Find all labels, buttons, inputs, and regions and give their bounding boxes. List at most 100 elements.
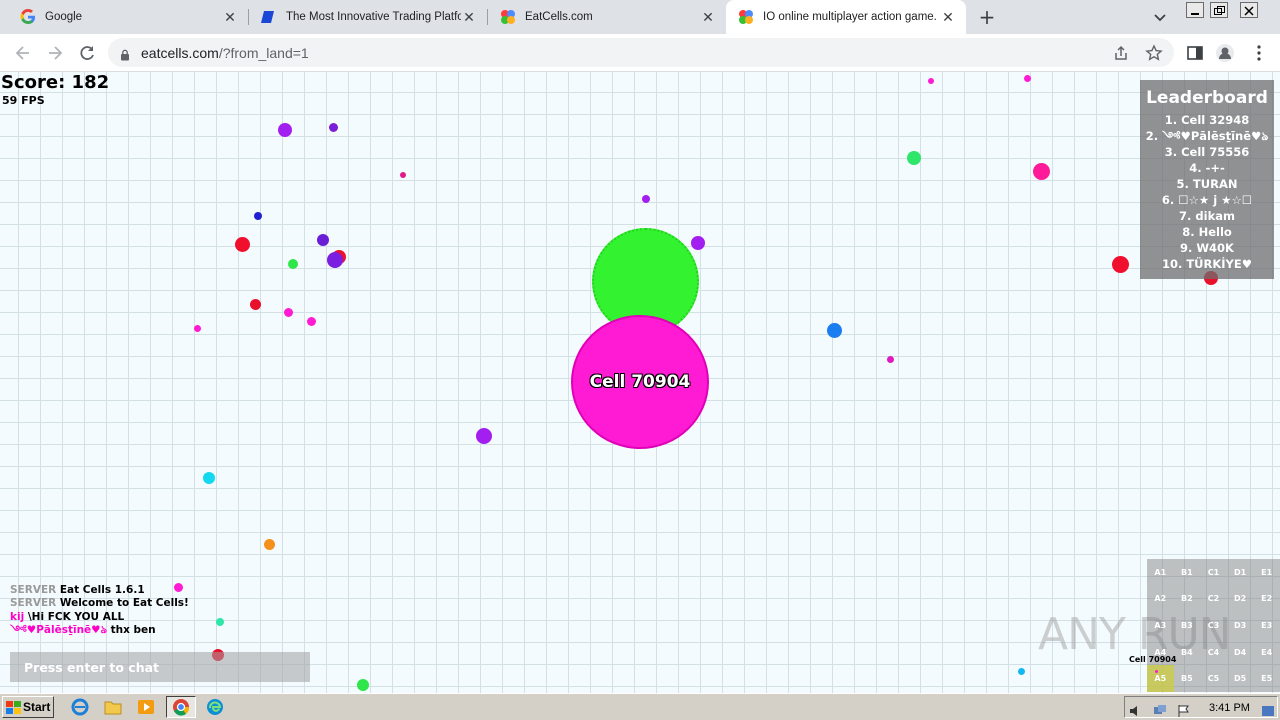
action-center-flag-icon[interactable] (1177, 703, 1191, 717)
media-player-icon[interactable] (137, 698, 155, 716)
ie-icon[interactable] (71, 698, 89, 716)
food-pellet (250, 299, 261, 310)
food-pellet (887, 356, 894, 363)
minimap-sector-c2: C2 (1207, 594, 1220, 604)
google-g-icon (20, 9, 36, 25)
food-pellet (1024, 75, 1031, 82)
minimap-sector-a1: A1 (1154, 567, 1167, 577)
leaderboard-entry: 4. -+- (1189, 161, 1225, 175)
browser-tab-strip: Google ✕ The Most Innovative Trading Pla… (0, 0, 1280, 34)
tab-io-game-active[interactable]: IO online multiplayer action game. Sm ✕ (726, 0, 966, 34)
edge-icon[interactable] (206, 698, 224, 716)
minimap-sector-c4: C4 (1207, 647, 1220, 657)
chat-text: Eat Cells 1.6.1 (59, 584, 145, 596)
close-icon[interactable]: ✕ (222, 9, 238, 25)
leaderboard-entry: 9. W40K (1180, 241, 1234, 255)
forward-arrow-icon[interactable] (44, 42, 66, 64)
leaderboard-title: Leaderboard (1146, 88, 1268, 108)
leaderboard-entry: 1. Cell 32948 (1164, 113, 1250, 127)
minimap-player-label: Cell 70904 (1129, 655, 1177, 664)
chat-text: thx ben (110, 623, 156, 636)
tab-title: Google (45, 11, 83, 23)
chat-message: kij \Hi FCK YOU ALL (10, 611, 310, 624)
minimize-icon[interactable] (1186, 2, 1204, 18)
chat-message: SERVER Welcome to Eat Cells! (10, 597, 310, 610)
food-pellet (264, 539, 275, 550)
chat-input[interactable]: Press enter to chat (10, 652, 310, 682)
address-bar[interactable]: eatcells.com/?from_land=1 (108, 38, 1174, 67)
chevron-down-icon[interactable] (1150, 8, 1170, 26)
browser-toolbar: eatcells.com/?from_land=1 (0, 34, 1280, 72)
food-pellet (284, 308, 293, 317)
minimap-sector-b1: B1 (1181, 567, 1193, 577)
chat-sender: ༺♥Pālēsṯīnē♥ঌ (10, 623, 107, 636)
close-icon[interactable]: ✕ (461, 9, 477, 25)
food-pellet (357, 679, 369, 691)
score-display: Score: 182 (1, 72, 110, 93)
minimap-sector-a3: A3 (1154, 620, 1167, 630)
url-text: eatcells.com/?from_land=1 (141, 45, 309, 61)
start-button[interactable]: Start (2, 696, 54, 718)
food-pellet (307, 317, 316, 326)
chat-message: SERVER Eat Cells 1.6.1 (10, 584, 310, 597)
more-menu-icon[interactable] (1248, 42, 1270, 64)
back-arrow-icon[interactable] (12, 42, 34, 64)
minimap-sector-e2: E2 (1261, 594, 1273, 604)
food-pellet (1018, 668, 1025, 675)
chat-sender: SERVER (10, 597, 57, 610)
minimap-sector-c5: C5 (1207, 674, 1220, 684)
food-pellet (928, 78, 934, 84)
minimap-sector-b3: B3 (1181, 620, 1193, 630)
show-desktop-icon[interactable] (1261, 703, 1275, 717)
chat-text: Welcome to Eat Cells! (59, 597, 189, 610)
leaderboard-entry: 2. ༺♥Pālēsṯīnē♥ঌ (1145, 129, 1269, 143)
food-pellet (400, 172, 406, 178)
lock-icon[interactable] (120, 46, 130, 61)
food-pellet (476, 428, 492, 444)
bookmark-star-icon[interactable] (1145, 44, 1163, 62)
reload-icon[interactable] (76, 42, 98, 64)
new-tab-plus-icon[interactable]: + (976, 6, 998, 28)
chat-text: \Hi FCK YOU ALL (27, 610, 125, 623)
leaderboard-entry: 6. ☐☆★ j ★☆☐ (1161, 193, 1253, 207)
minimap-sector-e5: E5 (1261, 674, 1273, 684)
windows-flag-icon (6, 700, 21, 714)
food-pellet (329, 123, 338, 132)
chat-sender: SERVER (10, 584, 57, 596)
screen: Google ✕ The Most Innovative Trading Pla… (0, 0, 1280, 720)
food-pellet (327, 252, 343, 268)
share-icon[interactable] (1112, 44, 1130, 62)
volume-icon[interactable] (1129, 703, 1143, 717)
chat-log: SERVER Eat Cells 1.6.1 SERVER Welcome to… (10, 584, 310, 637)
folder-icon[interactable] (104, 698, 122, 716)
chrome-icon (173, 699, 190, 716)
tab-trading-platform[interactable]: The Most Innovative Trading Platform ✕ (249, 0, 487, 34)
restore-icon[interactable] (1210, 2, 1228, 18)
minimap-sector-e3: E3 (1261, 620, 1273, 630)
profile-avatar-icon[interactable] (1214, 42, 1236, 64)
food-pellet (907, 151, 921, 165)
network-icon[interactable] (1153, 703, 1167, 717)
tab-eatcells[interactable]: EatCells.com ✕ (488, 0, 726, 34)
leaderboard-entry: 10. TÜRKİYE♥ (1161, 257, 1253, 271)
chat-input-placeholder: Press enter to chat (24, 660, 160, 675)
food-pellet (317, 234, 329, 246)
minimap-sector-a2: A2 (1154, 594, 1167, 604)
food-pellet (288, 259, 298, 269)
player-cell-name: Cell 70904 (589, 372, 691, 392)
food-pellet (691, 236, 705, 250)
close-window-icon[interactable] (1240, 2, 1258, 18)
food-pellet (235, 237, 250, 252)
close-icon[interactable]: ✕ (700, 9, 716, 25)
leaderboard-entry: 5. TURAN (1176, 177, 1238, 191)
leaderboard-entry: 7. dikam (1179, 209, 1235, 223)
tab-google[interactable]: Google ✕ (8, 0, 248, 34)
chrome-taskbar-button[interactable] (166, 696, 196, 718)
minimap-sector-b4: B4 (1181, 647, 1193, 657)
chat-message: ༺♥Pālēsṯīnē♥ঌ thx ben (10, 624, 310, 637)
minimap-sector-b5: B5 (1181, 674, 1193, 684)
windows-taskbar: Start 3:41 PM (0, 693, 1280, 720)
side-panel-icon[interactable] (1184, 42, 1206, 64)
close-icon[interactable]: ✕ (940, 9, 956, 25)
game-canvas[interactable]: Cell 70904 Score: 182 59 FPS Leaderboard… (0, 72, 1280, 693)
